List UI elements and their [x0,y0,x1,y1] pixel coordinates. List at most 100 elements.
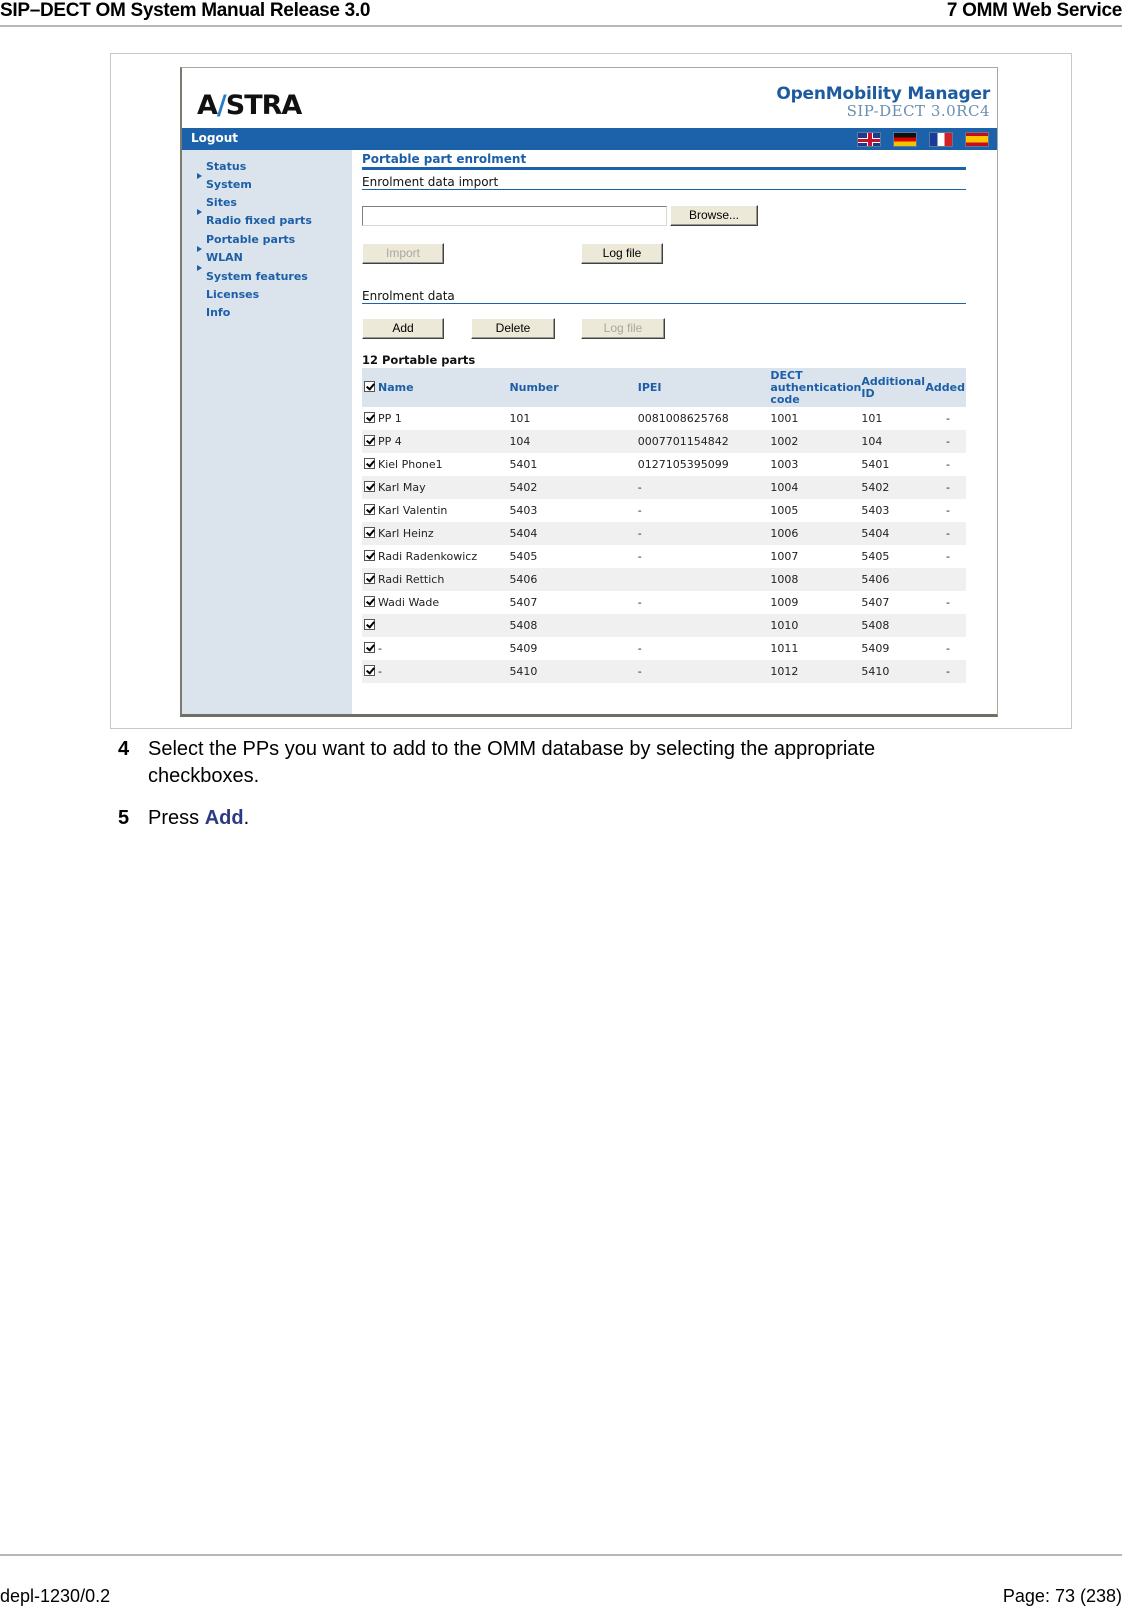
cell-added: - [925,476,966,499]
cell-additional-id: 5404 [861,522,926,545]
title-divider [362,167,966,170]
product-branding: OpenMobility Manager SIP-DECT 3.0RC4 [776,85,990,120]
page-title: Portable part enrolment [362,152,527,166]
table-row: -5409-1011 5409- [362,637,966,660]
cell-added: - [925,545,966,568]
name-text: Karl Valentin [378,504,448,517]
table-header-row: Name Number IPEI DECT authentication code … [362,368,966,407]
row-checkbox[interactable] [364,504,375,515]
row-checkbox[interactable] [364,412,375,423]
flag-de-icon[interactable] [893,132,917,147]
enrolment-data-section-title: Enrolment data [362,289,455,303]
column-header-number[interactable]: Number [509,368,638,407]
cell-name: PP 1 [362,407,510,430]
cell-additional-id: 5402 [861,476,926,499]
cell-additional-id: 5407 [861,591,926,614]
column-header-name[interactable]: Name [362,368,510,407]
row-checkbox[interactable] [364,619,375,630]
sidebar-item-sites[interactable]: Sites [206,196,237,209]
footer-divider [0,1554,1122,1556]
add-button[interactable]: Add [362,318,444,339]
logout-link[interactable]: Logout [191,131,238,145]
table-row: 5408 1010 5408 [362,614,966,637]
cell-auth-code: 1009 [770,591,862,614]
delete-button[interactable]: Delete [471,318,555,339]
flag-fr-icon[interactable] [929,132,953,147]
cell-number: 5404 [509,522,638,545]
name-text: Wadi Wade [378,596,440,609]
cell-number: 104 [509,430,638,453]
cell-additional-id: 5403 [861,499,926,522]
portable-parts-table: Name Number IPEI DECT authentication code … [362,368,966,683]
table-row: Karl Heinz 5404-1006 5404- [362,522,966,545]
cell-ipei: - [637,522,771,545]
enrolment-log-file-button[interactable]: Log file [581,318,665,339]
cell-added: - [925,660,966,683]
expand-arrow-icon[interactable] [197,209,202,215]
cell-ipei [637,614,771,637]
browse-button[interactable]: Browse... [670,205,758,226]
table-row: -5410-1012 5410- [362,660,966,683]
sidebar-item-system[interactable]: System [206,178,252,191]
row-checkbox[interactable] [364,573,375,584]
row-checkbox[interactable] [364,527,375,538]
cell-name: - [362,660,510,683]
cell-number: 5401 [509,453,638,476]
column-header-auth-code[interactable]: DECT authentication code [770,368,862,407]
cell-name: Radi Radenkowicz [362,545,510,568]
cell-ipei: - [637,660,771,683]
row-checkbox[interactable] [364,642,375,653]
portable-parts-count: 12 Portable parts [362,353,476,367]
expand-arrow-icon[interactable] [197,173,202,179]
cell-additional-id: 104 [861,430,926,453]
cell-number: 5403 [509,499,638,522]
flag-uk-icon[interactable] [857,132,881,147]
cell-number: 5406 [509,568,638,591]
sidebar-item-licenses[interactable]: Licenses [206,288,259,301]
flag-es-icon[interactable] [965,132,989,147]
cell-additional-id: 5401 [861,453,926,476]
row-checkbox[interactable] [364,665,375,676]
name-text: Karl Heinz [378,527,434,540]
expand-arrow-icon[interactable] [197,265,202,271]
row-checkbox[interactable] [364,481,375,492]
column-header-ipei[interactable]: IPEI [637,368,771,407]
import-log-file-button[interactable]: Log file [581,243,663,264]
product-name: OpenMobility Manager [776,84,990,104]
cell-ipei: - [637,545,771,568]
sidebar-item-radio-fixed-parts[interactable]: Radio fixed parts [206,214,312,227]
language-selector [857,132,989,147]
cell-name: Karl May [362,476,510,499]
cell-name: Kiel Phone1 [362,453,510,476]
product-version: SIP-DECT 3.0RC4 [846,102,990,120]
chapter-title: 7 OMM Web Service [946,0,1122,21]
name-text: - [378,642,382,655]
import-file-input[interactable] [362,206,667,226]
document-header: SIP–DECT OM System Manual Release 3.0 7 … [0,0,1122,26]
column-header-added[interactable]: Added [925,368,966,407]
sidebar-item-system-features[interactable]: System features [206,270,308,283]
row-checkbox[interactable] [364,458,375,469]
row-checkbox[interactable] [364,550,375,561]
cell-added: - [925,453,966,476]
app-header: A/STRA OpenMobility Manager SIP-DECT 3.0… [182,68,997,128]
import-button[interactable]: Import [362,243,444,264]
cell-name: Wadi Wade [362,591,510,614]
cell-number: 5409 [509,637,638,660]
row-checkbox[interactable] [364,596,375,607]
table-row: PP 1 101 0081008625768 1001 101- [362,407,966,430]
sidebar-item-wlan[interactable]: WLAN [206,251,243,264]
select-all-checkbox[interactable] [364,381,375,392]
sidebar-item-status[interactable]: Status [206,160,246,173]
sidebar-item-portable-parts[interactable]: Portable parts [206,233,295,246]
cell-additional-id: 101 [861,407,926,430]
cell-auth-code: 1011 [770,637,862,660]
row-checkbox[interactable] [364,435,375,446]
expand-arrow-icon[interactable] [197,246,202,252]
cell-number: 5408 [509,614,638,637]
omm-web-screenshot: A/STRA OpenMobility Manager SIP-DECT 3.0… [180,67,998,717]
sidebar-item-info[interactable]: Info [206,306,230,319]
cell-added: - [925,499,966,522]
column-header-additional-id[interactable]: Additional ID [861,368,926,407]
cell-added: - [925,407,966,430]
